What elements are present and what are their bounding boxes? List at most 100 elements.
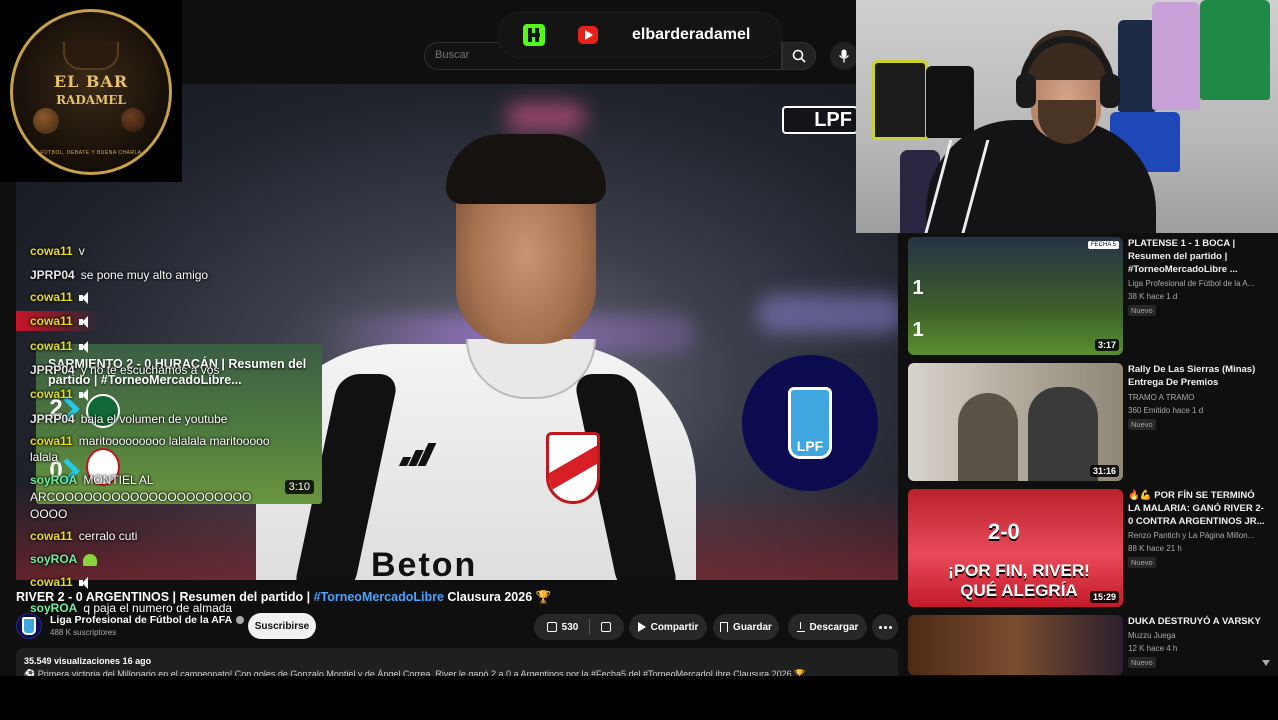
chat-username[interactable]: cowa11 — [30, 434, 73, 448]
chat-message: cowa11 v — [30, 244, 85, 259]
video-thumbnail[interactable]: 1 1 FECHA 5 3:17 — [908, 237, 1123, 355]
new-badge: Nuevo — [1128, 557, 1156, 568]
thumb-person — [958, 393, 1018, 481]
thumbs-up-icon[interactable] — [546, 622, 557, 632]
video-meta: 12 K hace 4 h — [1128, 644, 1178, 653]
speaker-icon — [78, 576, 93, 589]
video-duration: 31:16 — [1089, 465, 1119, 477]
video-title[interactable]: PLATENSE 1 - 1 BOCA | Resumen del partid… — [1128, 237, 1268, 276]
voice-search-button[interactable] — [830, 42, 858, 70]
channel-handle: elbarderadamel — [632, 26, 751, 43]
like-dislike-group: 530 — [534, 614, 624, 640]
chat-username[interactable]: soyROA — [30, 552, 77, 566]
hashtag-link[interactable]: #TorneoMercadoLibre — [314, 590, 444, 604]
jersey — [1200, 0, 1270, 100]
jersey — [1118, 20, 1156, 112]
lpf-logo: LPF — [742, 355, 878, 491]
social-handle-overlay: elbarderadamel — [498, 13, 782, 57]
logo-text: EL BAR RADAMEL — [53, 72, 129, 107]
recommendation-item[interactable]: 1 1 FECHA 5 3:17 PLATENSE 1 - 1 BOCA | R… — [908, 237, 1278, 357]
scroll-down-arrow-icon[interactable] — [1262, 660, 1270, 666]
football-icon — [121, 108, 145, 132]
chat-username[interactable]: soyROA — [30, 601, 77, 615]
thumbs-down-icon[interactable] — [601, 622, 612, 632]
chat-message: soyROA — [30, 552, 98, 567]
chat-message: cowa11 — [30, 339, 93, 354]
video-thumbnail[interactable] — [908, 615, 1123, 675]
speaker-icon — [78, 315, 93, 328]
video-thumbnail[interactable]: 2-0 ¡POR FIN, RIVER! QUÉ ALEGRÍA 15:29 — [908, 489, 1123, 607]
river-crest-icon — [546, 432, 600, 504]
chat-text: se pone muy alto amigo — [80, 268, 209, 282]
letterbox — [0, 676, 1278, 720]
channel-avatar[interactable] — [16, 613, 42, 639]
thumb-week-badge: FECHA 5 — [1087, 241, 1119, 249]
microphone-icon — [838, 49, 850, 63]
chat-username[interactable]: cowa11 — [30, 529, 73, 543]
chat-username[interactable]: JPRP04 — [30, 412, 75, 426]
new-badge: Nuevo — [1128, 657, 1156, 668]
channel-name[interactable]: TRAMO A TRAMO — [1128, 393, 1268, 402]
share-button[interactable]: Compartir — [629, 614, 707, 640]
chat-text: q paja el numero de almada — [83, 601, 233, 615]
save-label: Guardar — [733, 621, 772, 633]
recommendations-list: 1 1 FECHA 5 3:17 PLATENSE 1 - 1 BOCA | R… — [908, 237, 1278, 676]
search-button[interactable] — [782, 42, 816, 70]
video-title[interactable]: Rally De Las Sierras (Minas) Entrega De … — [1128, 363, 1268, 389]
chat-message: cowa11 — [30, 314, 93, 329]
shirt-sponsor: Beton — [371, 546, 478, 580]
video-title[interactable]: DUKA DESTRUYÓ A VARSKY — [1128, 615, 1268, 628]
chat-text: ARCOOOOOOOOOOOOOOOOOOOOO — [30, 490, 252, 504]
chat-message: cowa11 — [30, 387, 93, 402]
video-title[interactable]: 🔥💪 POR FÍN SE TERMINÓ LA MALARIA: GANÓ R… — [1128, 489, 1268, 528]
chat-username[interactable]: cowa11 — [30, 244, 73, 258]
chat-username[interactable]: cowa11 — [30, 575, 73, 589]
like-count[interactable]: 530 — [562, 622, 579, 633]
channel-name[interactable]: Muzzu Juega — [1128, 631, 1268, 640]
lpf-shield-icon: LPF — [788, 387, 832, 459]
video-meta: 38 K hace 1 d — [1128, 292, 1178, 301]
channel-name[interactable]: Renzo Pantich y La Página Millon... — [1128, 531, 1268, 540]
download-icon — [796, 622, 805, 632]
download-label: Descargar — [809, 621, 859, 633]
video-duration: 3:10 — [284, 480, 314, 494]
description-text: ⚽ Primera victoria del Millonario en el … — [24, 669, 806, 676]
chat-message: cowa11 — [30, 290, 93, 305]
save-button[interactable]: Guardar — [713, 614, 779, 640]
subscribe-button[interactable]: Suscribirse — [248, 613, 316, 639]
chat-text: maritooooooooo lalalala maritooooo — [78, 434, 270, 448]
chat-username[interactable]: soyROA — [30, 473, 77, 487]
channel-name[interactable]: Liga Profesional de Fútbol de la A... — [1128, 279, 1268, 288]
recommendation-item[interactable]: DUKA DESTRUYÓ A VARSKY Muzzu Juega 12 K … — [908, 615, 1278, 676]
thumb-score: 2-0 — [988, 519, 1020, 544]
new-badge: Nuevo — [1128, 305, 1156, 316]
chat-message: cowa11 — [30, 575, 93, 590]
kick-icon-bar — [528, 33, 540, 37]
chat-username[interactable]: JPRP04 — [30, 268, 75, 282]
download-button[interactable]: Descargar — [788, 614, 867, 640]
jersey — [872, 60, 928, 140]
chat-username[interactable]: cowa11 — [30, 339, 73, 353]
more-icon — [878, 625, 892, 629]
chat-username[interactable]: cowa11 — [30, 290, 73, 304]
more-actions-button[interactable] — [872, 614, 898, 640]
stream-logo: EL BAR RADAMEL FÚTBOL, DEBATE Y BUENA CH… — [0, 0, 182, 182]
logo-tagline: FÚTBOL, DEBATE Y BUENA CHARLA — [40, 150, 142, 156]
search-icon — [792, 49, 806, 63]
chat-username[interactable]: JPRP04 — [30, 363, 75, 377]
recommendation-item[interactable]: 31:16 Rally De Las Sierras (Minas) Entre… — [908, 363, 1278, 483]
video-thumbnail[interactable]: 31:16 — [908, 363, 1123, 481]
video-meta: 360 Emitido hace 1 d — [1128, 406, 1204, 415]
chat-username[interactable]: cowa11 — [30, 314, 73, 328]
share-label: Compartir — [650, 621, 699, 633]
chat-message: soyROA MONTIEL AL — [30, 473, 154, 488]
android-emote-icon — [83, 553, 98, 566]
streamer-webcam — [856, 0, 1278, 233]
thumb-score: 1 — [912, 277, 924, 299]
share-icon — [637, 622, 646, 632]
thumb-score: 1 — [912, 319, 924, 341]
chat-username[interactable]: cowa11 — [30, 387, 73, 401]
thumb-person — [1028, 387, 1098, 481]
recommendation-item[interactable]: 2-0 ¡POR FIN, RIVER! QUÉ ALEGRÍA 15:29 🔥… — [908, 489, 1278, 609]
logo-ring: EL BAR RADAMEL FÚTBOL, DEBATE Y BUENA CH… — [10, 9, 172, 175]
